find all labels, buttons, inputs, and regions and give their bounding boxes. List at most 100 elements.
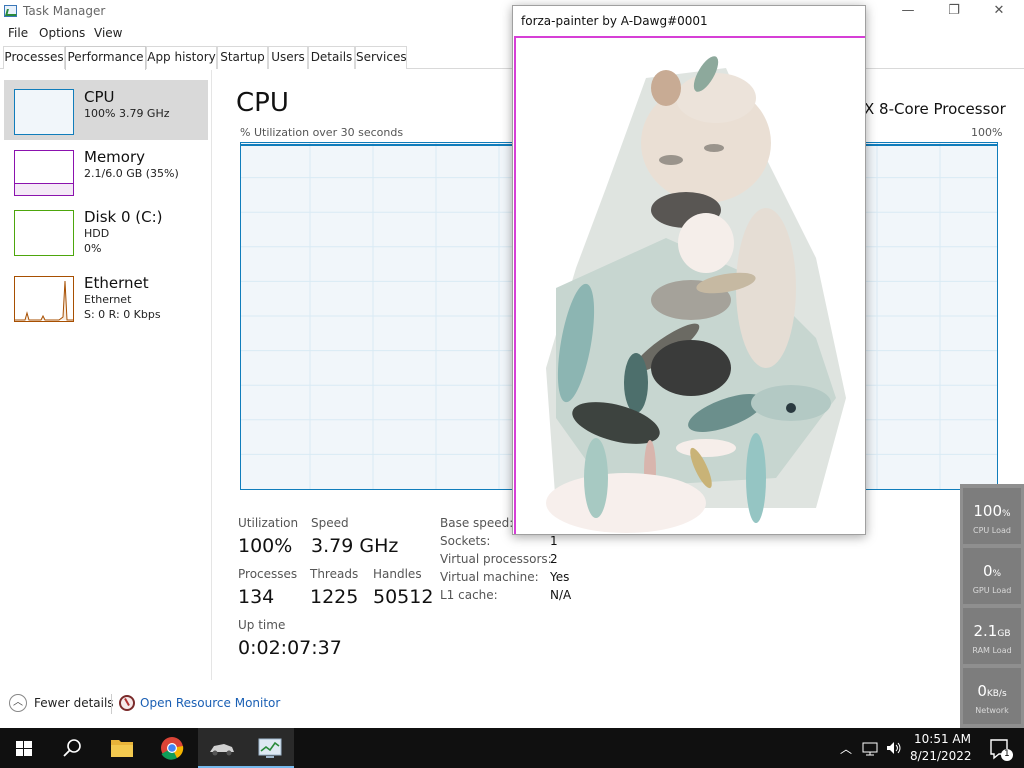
show-hidden-icons[interactable]: ︿ xyxy=(840,740,852,757)
tab-processes[interactable]: Processes xyxy=(3,46,65,69)
menu-view[interactable]: View xyxy=(94,26,122,40)
cpu-load-tile: 100% CPU Load xyxy=(963,488,1021,544)
cpu-load-unit: % xyxy=(1002,509,1011,519)
sockets-label: Sockets: xyxy=(440,534,491,548)
utilization-value: 100% xyxy=(238,535,293,557)
base-speed-label: Base speed: xyxy=(440,516,514,530)
l1-cache-value: N/A xyxy=(550,588,572,602)
notification-count: 1 xyxy=(1004,749,1010,759)
resource-sub: HDD xyxy=(84,227,110,240)
l1-cache-label: L1 cache: xyxy=(440,588,498,602)
notification-icon xyxy=(990,739,1013,761)
virtual-machine-value: Yes xyxy=(550,570,570,584)
resource-memory[interactable]: Memory 2.1/6.0 GB (35%) xyxy=(4,144,208,204)
speed-value: 3.79 GHz xyxy=(311,535,399,557)
resource-sub: 2.1/6.0 GB (35%) xyxy=(84,167,179,180)
network-label: Network xyxy=(975,706,1009,715)
uptime-label: Up time xyxy=(238,618,286,632)
painting-canvas xyxy=(514,36,865,534)
cpu-model: X 8-Core Processor xyxy=(864,100,1006,118)
clock-date[interactable]: 8/21/2022 xyxy=(910,749,972,763)
cpu-thumbnail xyxy=(14,89,74,135)
folder-icon xyxy=(111,740,133,757)
hardware-monitor-widget: 100% CPU Load 0% GPU Load 2.1GB RAM Load… xyxy=(960,484,1024,728)
start-button[interactable] xyxy=(0,728,48,768)
tab-startup[interactable]: Startup xyxy=(217,46,268,69)
task-manager-button[interactable] xyxy=(246,728,294,768)
gpu-load-unit: % xyxy=(992,569,1002,579)
resource-list: CPU 100% 3.79 GHz Memory 2.1/6.0 GB (35%… xyxy=(0,70,212,680)
task-manager-icon xyxy=(4,5,17,17)
network-tile: 0KB/s Network xyxy=(963,668,1021,724)
tab-app-history[interactable]: App history xyxy=(146,46,217,69)
utilization-label: Utilization xyxy=(238,516,299,530)
search-button[interactable] xyxy=(48,728,96,768)
close-button[interactable]: ✕ xyxy=(976,0,1022,22)
network-value: 0 xyxy=(977,682,987,700)
virtual-machine-label: Virtual machine: xyxy=(440,570,539,584)
task-manager-icon xyxy=(258,738,282,758)
tab-users[interactable]: Users xyxy=(268,46,308,69)
sockets-value: 1 xyxy=(550,534,558,548)
gpu-load-label: GPU Load xyxy=(972,586,1012,595)
ram-load-unit: GB xyxy=(997,629,1011,639)
forza-painter-button[interactable] xyxy=(198,728,246,768)
cpu-load-value: 100 xyxy=(973,502,1003,520)
virtual-processors-label: Virtual processors: xyxy=(440,552,552,566)
fewer-details-link[interactable]: Fewer details xyxy=(34,696,114,710)
threads-value: 1225 xyxy=(310,586,359,608)
ram-load-tile: 2.1GB RAM Load xyxy=(963,608,1021,664)
footer-bar: ︿ Fewer details Open Resource Monitor xyxy=(0,690,960,718)
maximize-button[interactable]: ❐ xyxy=(931,0,977,22)
resource-ethernet[interactable]: Ethernet Ethernet S: 0 R: 0 Kbps xyxy=(4,270,208,330)
resource-sub: 100% 3.79 GHz xyxy=(84,107,170,120)
resource-sub: Ethernet xyxy=(84,293,132,306)
tab-details[interactable]: Details xyxy=(308,46,355,69)
ethernet-thumbnail xyxy=(14,276,74,322)
action-center-button[interactable]: 1 xyxy=(976,728,1024,768)
uptime-value: 0:02:07:37 xyxy=(238,637,342,659)
processes-value: 134 xyxy=(238,586,275,608)
menu-file[interactable]: File xyxy=(8,26,28,40)
ram-load-label: RAM Load xyxy=(972,646,1012,655)
taskbar: ︿ 10:51 AM 8/21/2022 1 xyxy=(0,728,1024,768)
resource-sub: 0% xyxy=(84,242,102,255)
processes-label: Processes xyxy=(238,567,298,581)
memory-thumbnail xyxy=(14,150,74,196)
menu-options[interactable]: Options xyxy=(39,26,85,40)
threads-label: Threads xyxy=(310,567,359,581)
window-title: Task Manager xyxy=(23,4,106,18)
resource-cpu[interactable]: CPU 100% 3.79 GHz xyxy=(4,80,208,140)
network-unit: KB/s xyxy=(986,689,1007,699)
virtual-processors-value: 2 xyxy=(550,552,558,566)
resource-disk[interactable]: Disk 0 (C:) HDD 0% xyxy=(4,204,208,264)
clock-time[interactable]: 10:51 AM xyxy=(914,732,971,746)
resource-name: Disk 0 (C:) xyxy=(84,208,163,226)
divider xyxy=(111,694,112,714)
handles-label: Handles xyxy=(373,567,422,581)
cpu-load-label: CPU Load xyxy=(973,526,1011,535)
chrome-button[interactable] xyxy=(148,728,196,768)
network-icon[interactable] xyxy=(862,740,880,759)
painter-window[interactable]: forza-painter by A-Dawg#0001 xyxy=(512,5,866,535)
resource-name: Ethernet xyxy=(84,274,149,292)
car-icon xyxy=(210,744,234,756)
painter-window-title: forza-painter by A-Dawg#0001 xyxy=(521,14,708,28)
graph-max-label: 100% xyxy=(971,126,1003,139)
speed-label: Speed xyxy=(311,516,349,530)
chrome-icon xyxy=(161,737,184,760)
graph-label: % Utilization over 30 seconds xyxy=(240,126,404,139)
resource-name: CPU xyxy=(84,88,115,106)
volume-icon[interactable] xyxy=(885,740,903,759)
disk-thumbnail xyxy=(14,210,74,256)
windows-icon xyxy=(16,741,32,756)
file-explorer-button[interactable] xyxy=(98,728,146,768)
resource-sub: S: 0 R: 0 Kbps xyxy=(84,308,161,321)
open-resource-monitor-link[interactable]: Open Resource Monitor xyxy=(140,696,280,710)
minimize-button[interactable]: — xyxy=(885,0,931,22)
gpu-load-tile: 0% GPU Load xyxy=(963,548,1021,604)
chevron-up-icon[interactable]: ︿ xyxy=(9,694,27,712)
resource-monitor-icon[interactable] xyxy=(119,695,135,711)
tab-performance[interactable]: Performance xyxy=(65,46,146,70)
tab-services[interactable]: Services xyxy=(355,46,407,69)
